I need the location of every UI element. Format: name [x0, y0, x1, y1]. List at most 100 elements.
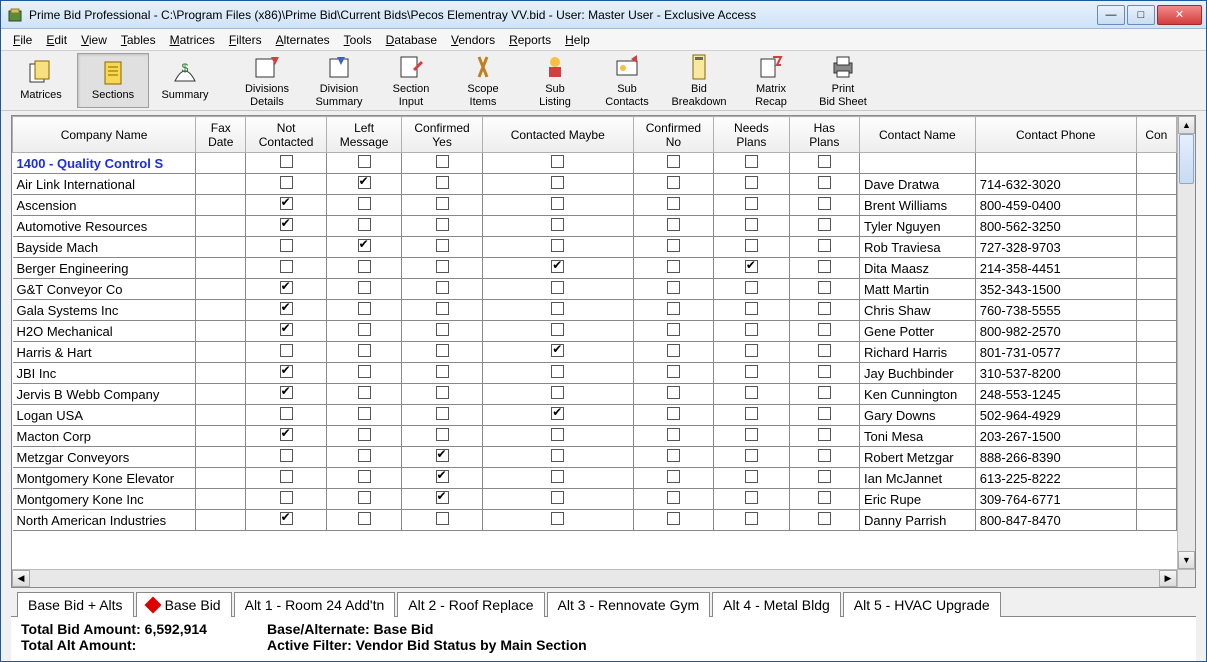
contact-phone-cell[interactable]: 760-738-5555: [975, 300, 1136, 321]
checkbox[interactable]: [280, 260, 293, 273]
checkbox[interactable]: [551, 407, 564, 420]
checkbox[interactable]: [436, 281, 449, 294]
menu-filters[interactable]: Filters: [223, 31, 268, 49]
checkbox[interactable]: [818, 365, 831, 378]
table-row[interactable]: Montgomery Kone Elevator Ian McJannet613-…: [13, 468, 1177, 489]
checkbox[interactable]: [436, 323, 449, 336]
toolbar-bidbreak-button[interactable]: BidBreakdown: [663, 53, 735, 108]
contact-phone-cell[interactable]: 800-459-0400: [975, 195, 1136, 216]
checkbox[interactable]: [745, 428, 758, 441]
checkbox[interactable]: [358, 218, 371, 231]
contact-phone-cell[interactable]: 613-225-8222: [975, 468, 1136, 489]
checkbox[interactable]: [745, 281, 758, 294]
contact-phone-cell[interactable]: 800-982-2570: [975, 321, 1136, 342]
checkbox[interactable]: [551, 449, 564, 462]
tab-base-bid-alts[interactable]: Base Bid + Alts: [17, 592, 134, 617]
checkbox[interactable]: [818, 260, 831, 273]
toolbar-sublisting-button[interactable]: SubListing: [519, 53, 591, 108]
checkbox[interactable]: [436, 386, 449, 399]
checkbox[interactable]: [818, 491, 831, 504]
toolbar-divsummary-button[interactable]: DivisionSummary: [303, 53, 375, 108]
checkbox[interactable]: [436, 176, 449, 189]
checkbox[interactable]: [280, 512, 293, 525]
table-row[interactable]: Air Link InternationalDave Dratwa714-632…: [13, 174, 1177, 195]
company-cell[interactable]: Harris & Hart: [13, 342, 196, 363]
column-header[interactable]: Contact Name: [860, 117, 976, 153]
checkbox[interactable]: [745, 176, 758, 189]
checkbox[interactable]: [358, 386, 371, 399]
toolbar-divdetails-button[interactable]: DivisionsDetails: [231, 53, 303, 108]
tab-alt-2-roof-replace[interactable]: Alt 2 - Roof Replace: [397, 592, 544, 617]
checkbox[interactable]: [358, 155, 371, 168]
company-cell[interactable]: JBI Inc: [13, 363, 196, 384]
checkbox[interactable]: [436, 428, 449, 441]
column-header[interactable]: NotContacted: [246, 117, 326, 153]
column-header[interactable]: ConfirmedYes: [402, 117, 482, 153]
toolbar-scopeitems-button[interactable]: ScopeItems: [447, 53, 519, 108]
tab-alt-1-room-24-add-tn[interactable]: Alt 1 - Room 24 Add'tn: [234, 592, 396, 617]
checkbox[interactable]: [436, 449, 449, 462]
checkbox[interactable]: [436, 491, 449, 504]
table-row[interactable]: North American IndustriesDanny Parrish80…: [13, 510, 1177, 531]
table-row[interactable]: Montgomery Kone IncEric Rupe309-764-6771: [13, 489, 1177, 510]
checkbox[interactable]: [667, 302, 680, 315]
checkbox[interactable]: [436, 155, 449, 168]
checkbox[interactable]: [745, 260, 758, 273]
checkbox[interactable]: [436, 197, 449, 210]
contact-name-cell[interactable]: Gene Potter: [860, 321, 976, 342]
checkbox[interactable]: [280, 218, 293, 231]
table-row[interactable]: JBI IncJay Buchbinder310-537-8200: [13, 363, 1177, 384]
column-header[interactable]: Company Name: [13, 117, 196, 153]
checkbox[interactable]: [280, 281, 293, 294]
company-cell[interactable]: Montgomery Kone Elevator: [13, 468, 196, 489]
checkbox[interactable]: [551, 155, 564, 168]
checkbox[interactable]: [280, 344, 293, 357]
checkbox[interactable]: [358, 176, 371, 189]
checkbox[interactable]: [818, 428, 831, 441]
table-row[interactable]: Metzgar ConveyorsRobert Metzgar888-266-8…: [13, 447, 1177, 468]
checkbox[interactable]: [551, 470, 564, 483]
checkbox[interactable]: [818, 323, 831, 336]
checkbox[interactable]: [358, 260, 371, 273]
checkbox[interactable]: [358, 407, 371, 420]
minimize-button[interactable]: —: [1097, 5, 1125, 25]
company-cell[interactable]: Automotive Resources: [13, 216, 196, 237]
checkbox[interactable]: [358, 239, 371, 252]
column-header[interactable]: ConfirmedNo: [633, 117, 713, 153]
contact-name-cell[interactable]: Robert Metzgar: [860, 447, 976, 468]
checkbox[interactable]: [818, 302, 831, 315]
company-cell[interactable]: Montgomery Kone Inc: [13, 489, 196, 510]
column-header[interactable]: Con: [1136, 117, 1176, 153]
contact-name-cell[interactable]: Gary Downs: [860, 405, 976, 426]
checkbox[interactable]: [667, 239, 680, 252]
checkbox[interactable]: [358, 449, 371, 462]
checkbox[interactable]: [551, 344, 564, 357]
company-cell[interactable]: Air Link International: [13, 174, 196, 195]
scroll-right-arrow[interactable]: ▶: [1159, 570, 1177, 587]
column-header[interactable]: Contacted Maybe: [482, 117, 633, 153]
checkbox[interactable]: [280, 302, 293, 315]
contact-name-cell[interactable]: Ian McJannet: [860, 468, 976, 489]
column-header[interactable]: LeftMessage: [326, 117, 401, 153]
scroll-down-arrow[interactable]: ▼: [1178, 551, 1195, 569]
checkbox[interactable]: [551, 239, 564, 252]
contact-phone-cell[interactable]: 214-358-4451: [975, 258, 1136, 279]
checkbox[interactable]: [745, 491, 758, 504]
checkbox[interactable]: [818, 281, 831, 294]
contact-name-cell[interactable]: Richard Harris: [860, 342, 976, 363]
contact-name-cell[interactable]: Dita Maasz: [860, 258, 976, 279]
checkbox[interactable]: [280, 386, 293, 399]
checkbox[interactable]: [818, 218, 831, 231]
checkbox[interactable]: [358, 197, 371, 210]
checkbox[interactable]: [436, 302, 449, 315]
checkbox[interactable]: [551, 365, 564, 378]
checkbox[interactable]: [280, 470, 293, 483]
maximize-button[interactable]: □: [1127, 5, 1155, 25]
contact-phone-cell[interactable]: 309-764-6771: [975, 489, 1136, 510]
checkbox[interactable]: [667, 281, 680, 294]
checkbox[interactable]: [280, 323, 293, 336]
checkbox[interactable]: [667, 344, 680, 357]
checkbox[interactable]: [667, 323, 680, 336]
checkbox[interactable]: [818, 407, 831, 420]
contact-phone-cell[interactable]: 203-267-1500: [975, 426, 1136, 447]
